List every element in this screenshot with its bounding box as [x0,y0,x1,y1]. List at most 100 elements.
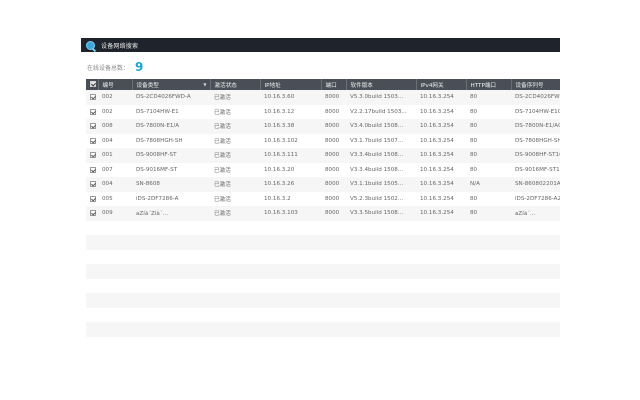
empty-row [86,307,560,323]
cell-serial: DS-7800N-E1/A0 [515,123,560,130]
cell-index: 004 [102,137,113,144]
row-select-cell[interactable] [86,119,98,134]
cell-port: 8000 [325,210,340,217]
empty-cell [86,308,560,323]
cell-ipv4-gateway: 10.16.3.254 [420,137,454,144]
header-ip[interactable]: IP地址 [260,79,322,90]
cell-software-version: V5.2.3build 1502... [350,195,404,202]
online-count-label: 在线设备总数： [87,64,130,72]
cell-http-port: 80 [470,108,478,115]
row-select-cell[interactable] [86,148,98,163]
cell-ip: 10.16.3.102 [264,137,298,144]
sort-arrow-icon[interactable]: ▼ [203,82,206,87]
row-checkbox-icon[interactable] [90,210,96,216]
cell-ip: 10.16.3.103 [264,210,298,217]
header-ipv4-gateway[interactable]: IPv4网关 [416,79,467,90]
empty-row [86,293,560,308]
table-row[interactable]: 005 iDS-2DF7286-A 已激活 10.16.3.2 8000 V5.2.3bu… [86,191,560,207]
cell-port: 8000 [325,195,340,202]
cell-port: 8000 [325,137,340,144]
cell-ip: 10.16.3.12 [264,108,295,115]
cell-ip: 10.16.3.20 [264,166,295,173]
cell-index: 005 [102,195,113,202]
row-select-cell[interactable] [86,134,98,149]
cell-ip: 10.16.3.60 [264,94,295,101]
cell-software-version: V3.3.4build 1508... [350,166,404,173]
cell-serial: DS-7104HW-E10 [515,108,560,115]
row-checkbox-icon[interactable] [90,108,96,115]
header-serial[interactable]: 设备序列号 [511,79,560,90]
select-all-checkbox-icon[interactable] [90,81,96,88]
cell-ipv4-gateway: 10.16.3.254 [420,210,454,217]
cell-activation: 已激活 [214,167,231,174]
empty-cell [86,250,560,265]
table-row[interactable]: 004 SN-8608 已激活 10.16.3.26 8000 V3.1.1build 1… [86,177,560,192]
row-select-cell[interactable] [86,163,98,178]
titlebar: 设备网络搜索 [81,38,560,52]
row-select-cell[interactable] [86,105,98,120]
cell-device-type: DS-2CD4026FWD-A [136,94,191,101]
cell-activation: 已激活 [214,109,231,116]
header-device-type[interactable]: 设备类型 ▼ [132,79,211,90]
table-row[interactable]: 002 DS-7104HW-E1 已激活 10.16.3.12 8000 V2.2.17b… [86,104,560,120]
cell-index: 001 [102,152,113,159]
row-select-cell[interactable] [86,192,98,207]
header-port[interactable]: 端口 [321,79,347,90]
row-checkbox-icon[interactable] [90,137,96,144]
cell-device-type: DS-9016MF-ST [136,166,178,173]
cell-activation: 已激活 [214,211,231,218]
table-row[interactable]: 008 DS-7800N-E1/A 已激活 10.16.3.38 8000 V3.4.0b… [86,119,560,134]
cell-ipv4-gateway: 10.16.3.254 [420,181,454,188]
header-index[interactable]: 编号 [98,79,133,90]
row-checkbox-icon[interactable] [90,152,96,158]
table-row[interactable]: 002 DS-2CD4026FWD-A 已激活 10.16.3.60 8000 V5.3.… [86,90,560,105]
cell-index: 002 [102,94,113,101]
header-http-port[interactable]: HTTP端口 [466,79,512,90]
search-globe-icon [86,40,95,50]
cell-serial: SN-860802201A1 [515,181,560,188]
cell-activation: 已激活 [214,124,231,131]
table-row[interactable]: 009 aZíà´Zíà´... 已激活 10.16.3.103 8000 V3.… [86,206,560,221]
cell-index: 008 [102,123,113,130]
cell-ip: 10.16.3.26 [264,181,295,188]
cell-activation: 已激活 [214,196,231,203]
empty-cell [86,293,560,308]
row-select-cell[interactable] [86,206,98,221]
table-row[interactable]: 001 DS-9008HF-ST 已激活 10.16.3.111 8000 V3.3.4b… [86,148,560,163]
cell-http-port: 80 [470,137,478,144]
cell-device-type: SN-8608 [136,181,160,188]
header-device-type-label: 设备类型 [136,82,159,89]
row-checkbox-icon[interactable] [90,195,96,202]
empty-cell [86,264,560,279]
select-all-cell[interactable] [86,79,99,90]
row-checkbox-icon[interactable] [90,94,96,100]
device-table-container: 编号 设备类型 ▼ 激活状态 IP地址 端口 软件版本 IPv4网关 HTTP端口… [86,79,560,356]
cell-ipv4-gateway: 10.16.3.254 [420,152,454,159]
cell-http-port: 80 [470,166,478,173]
cell-http-port: 80 [470,123,478,130]
window-title: 设备网络搜索 [101,42,139,50]
cell-software-version: V3.1.7build 1507... [350,137,404,144]
cell-software-version: V3.3.5build 1508... [350,210,404,217]
row-checkbox-icon[interactable] [90,181,96,187]
online-count-value: 9 [135,60,144,74]
row-select-cell[interactable] [86,90,98,105]
table-row[interactable]: 004 DS-7808HGH-SH 已激活 10.16.3.102 8000 V3.1.7… [86,133,560,149]
cell-index: 009 [102,210,113,217]
cell-device-type: DS-9008HF-ST [136,152,177,159]
row-checkbox-icon[interactable] [90,166,96,173]
table-header-row: 编号 设备类型 ▼ 激活状态 IP地址 端口 软件版本 IPv4网关 HTTP端口… [86,79,560,90]
empty-row [86,264,560,279]
table-row[interactable]: 007 DS-9016MF-ST 已激活 10.16.3.20 8000 V3.3.4bu… [86,162,560,178]
row-checkbox-icon[interactable] [90,123,96,129]
header-software-version[interactable]: 软件版本 [346,79,417,90]
cell-serial: DS-9016MF-ST16 [515,166,560,173]
cell-port: 8000 [325,166,340,173]
cell-activation: 已激活 [214,182,231,189]
header-activation[interactable]: 激活状态 [210,79,261,90]
cell-ipv4-gateway: 10.16.3.254 [420,123,454,130]
row-select-cell[interactable] [86,177,98,192]
cell-port: 8000 [325,181,340,188]
cell-software-version: V2.2.17build 1503... [350,108,407,115]
cell-serial: DS-2CD4026FWD [515,94,560,101]
